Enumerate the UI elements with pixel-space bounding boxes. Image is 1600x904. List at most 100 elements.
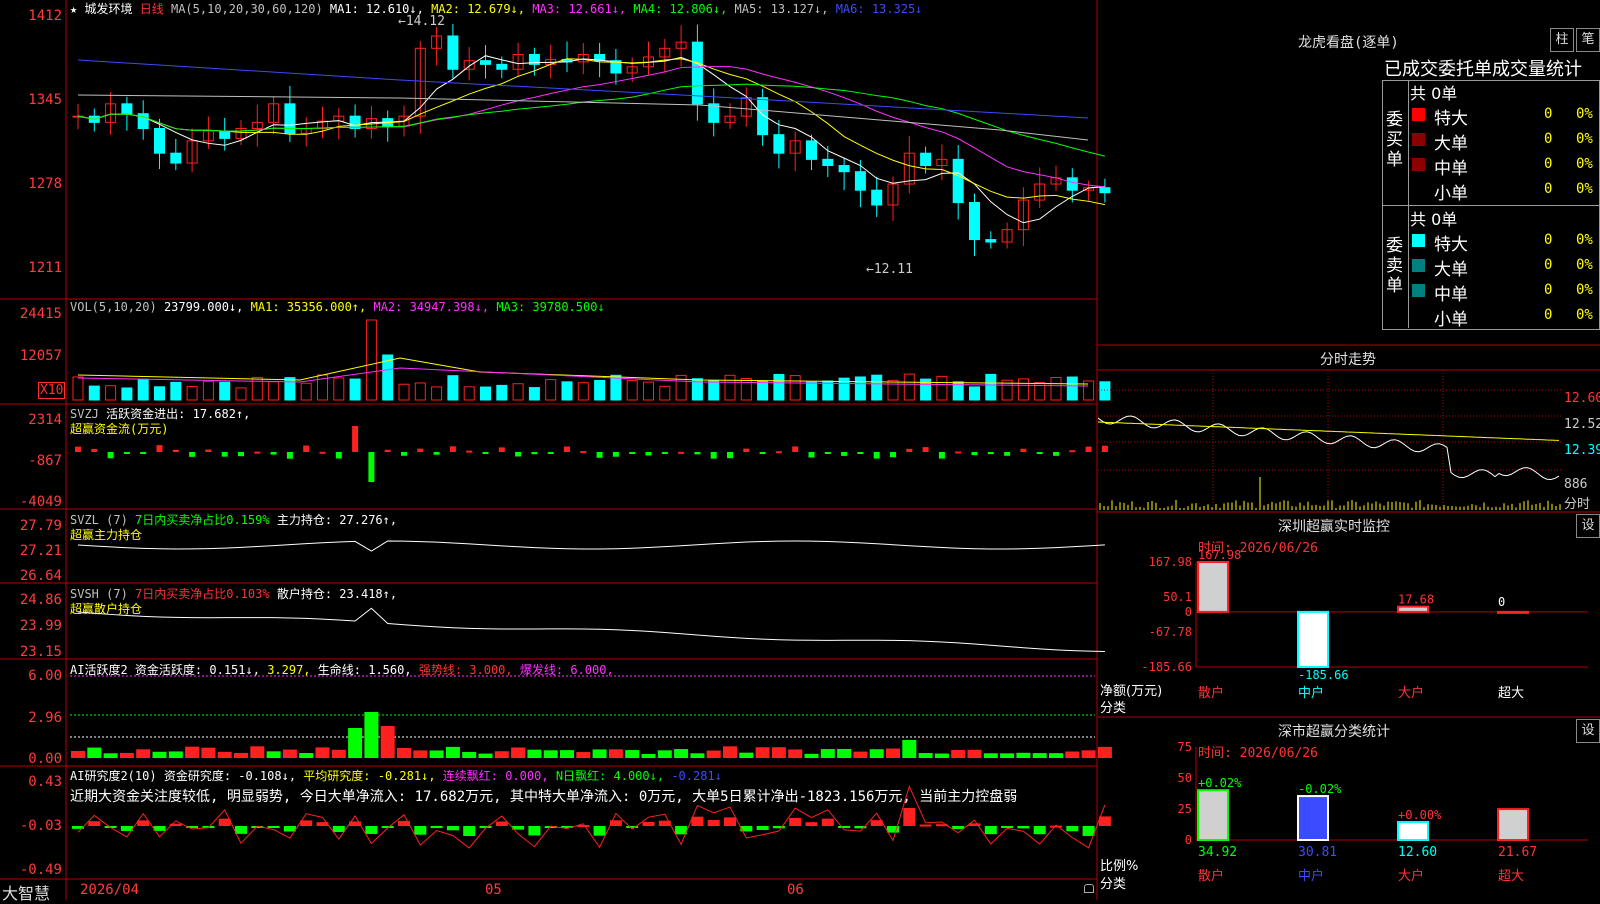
- candle-body: [447, 35, 459, 70]
- order-pct: 0%: [1576, 156, 1593, 172]
- candle-body: [349, 115, 361, 130]
- fund-flow-bar: [482, 452, 489, 454]
- research-bar: [1017, 826, 1030, 829]
- volume-bar: [577, 382, 589, 401]
- research-bar: [430, 826, 443, 829]
- candle-body: [952, 158, 964, 204]
- research-bar: [903, 808, 916, 826]
- activity-bar: [608, 749, 623, 758]
- activity-bar: [217, 751, 232, 758]
- order-count: 0: [1544, 257, 1553, 273]
- classify-y-tick: 75: [1178, 740, 1192, 754]
- research-bar: [1050, 825, 1062, 828]
- classify-value: 21.67: [1498, 845, 1537, 860]
- sell-total: 共 0单: [1410, 210, 1458, 229]
- research-bar: [365, 826, 378, 834]
- volume-bar: [903, 373, 915, 401]
- intraday-chart[interactable]: [1098, 370, 1562, 510]
- volume-bar: [724, 374, 736, 401]
- order-pct: 0%: [1576, 106, 1593, 122]
- order-size-label: 小单: [1434, 184, 1468, 204]
- fund-flow-bar: [303, 445, 310, 452]
- candle-body: [773, 134, 785, 154]
- fund-flow-bar: [156, 445, 163, 452]
- volume-bar: [170, 381, 182, 401]
- buy-total: 共 0单: [1410, 84, 1458, 103]
- fund-flow-bar: [841, 452, 848, 456]
- activity-bar: [348, 728, 363, 758]
- activity-bar: [71, 750, 85, 758]
- candle-body: [838, 165, 850, 173]
- classify-category: 大户: [1398, 868, 1424, 884]
- activity-bar: [739, 752, 754, 758]
- order-size-label: 大单: [1434, 134, 1468, 154]
- research-bar: [593, 826, 606, 836]
- order-pct: 0%: [1576, 232, 1593, 248]
- bar-mode-button[interactable]: 柱: [1550, 28, 1574, 52]
- research-bar: [805, 822, 818, 826]
- fund-flow-bar: [172, 449, 179, 452]
- fund-flow-bar: [466, 450, 473, 453]
- research-bar: [414, 826, 427, 835]
- activity-bar: [983, 753, 998, 758]
- monitor-bar-label: -185.66: [1298, 668, 1349, 682]
- fund-flow-bar: [238, 452, 244, 457]
- fund-flow-bar: [710, 452, 717, 459]
- activity-bar: [152, 751, 167, 758]
- volume-bar: [496, 384, 508, 401]
- tick-mode-button[interactable]: 笔: [1576, 28, 1600, 52]
- dragon-panel: 龙虎看盘(逐单) 柱 笔 已成交委托单成交量统计 共 0单 委买单 共 0单 委…: [1098, 0, 1600, 345]
- activity-bar: [934, 753, 949, 758]
- fund-flow-bar: [107, 452, 114, 459]
- monitor-bar-label: 17.68: [1398, 593, 1434, 607]
- fund-flow-bar: [775, 451, 782, 454]
- fund-flow-bar: [1069, 450, 1076, 453]
- fund-flow-bar: [286, 452, 293, 459]
- order-size-label: 特大: [1434, 235, 1468, 255]
- fund-flow-bar: [254, 451, 261, 454]
- order-count: 0: [1544, 282, 1553, 298]
- fund-flow-bar: [824, 452, 831, 454]
- research-bar: [1033, 826, 1046, 835]
- activity-bar: [1000, 753, 1015, 758]
- activity-bar: [837, 748, 852, 758]
- activity-bar: [1032, 753, 1047, 758]
- activity-bar: [1049, 753, 1063, 758]
- volume-bar: [121, 387, 133, 401]
- volume-bar: [154, 386, 165, 401]
- activity-bar: [576, 752, 591, 758]
- monitor-category: 中户: [1298, 685, 1324, 701]
- volume-bar: [512, 383, 524, 401]
- volume-bar: [414, 382, 426, 401]
- volume-bar: [268, 381, 280, 401]
- order-pct: 0%: [1576, 282, 1593, 298]
- research-bar: [1001, 826, 1014, 828]
- activity-bar: [641, 753, 656, 758]
- sell-side-label: 委卖单: [1386, 236, 1403, 296]
- volume-bar: [659, 385, 671, 401]
- order-count: 0: [1544, 106, 1553, 122]
- activity-bar: [886, 748, 900, 758]
- activity-bar: [674, 749, 689, 758]
- volume-bar: [545, 379, 557, 401]
- intraday-price: 12.60: [1564, 391, 1600, 406]
- monitor-category: 散户: [1198, 685, 1224, 701]
- volume-bar: [561, 381, 573, 401]
- fund-flow-bar: [401, 452, 407, 456]
- fund-flow-bar: [123, 452, 130, 454]
- activity-bar: [788, 749, 803, 758]
- fund-flow-bar: [808, 452, 815, 458]
- candle-body: [969, 202, 980, 241]
- fund-flow-bar: [971, 452, 978, 456]
- volume-bar: [610, 374, 622, 401]
- candle-body: [154, 128, 165, 154]
- monitor-bar: [1297, 610, 1329, 668]
- fund-flow-bar: [694, 452, 701, 455]
- classify-category: 散户: [1198, 868, 1224, 884]
- activity-bar: [1065, 751, 1080, 758]
- fund-flow-bar: [449, 446, 456, 452]
- fund-flow-bar: [91, 448, 98, 452]
- volume-bar: [528, 387, 540, 401]
- classify-delta: +0.00%: [1398, 808, 1442, 822]
- monitor-chart: 167.9850.10-67.78-185.66167.98散户-185.66中…: [1141, 548, 1588, 701]
